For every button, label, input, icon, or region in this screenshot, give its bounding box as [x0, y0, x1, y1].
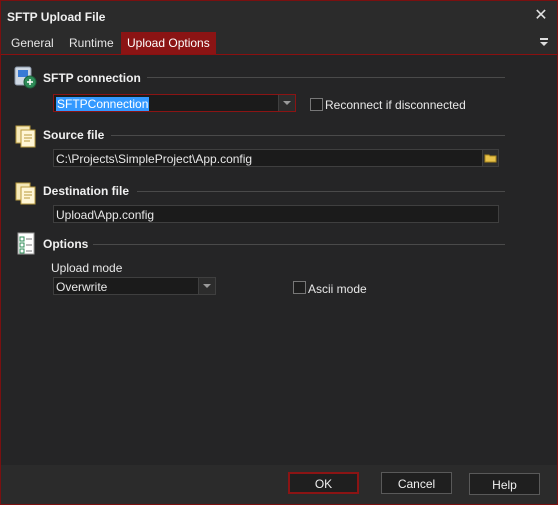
source-file-input[interactable]: C:\Projects\SimpleProject\App.config [53, 149, 499, 167]
upload-mode-label: Upload mode [51, 261, 123, 275]
upload-mode-select[interactable]: Overwrite [53, 277, 216, 295]
sftp-connection-value: SFTPConnection [56, 97, 150, 111]
section-divider [111, 135, 505, 136]
sftp-connection-title: SFTP connection [43, 71, 141, 85]
folder-icon [484, 154, 497, 163]
sftp-connection-select[interactable]: SFTPConnection [53, 94, 296, 112]
chevron-down-icon[interactable] [278, 95, 295, 111]
title-bar: SFTP Upload File ✕ [1, 1, 557, 31]
destination-file-value: Upload\App.config [56, 208, 155, 222]
upload-options-panel: SFTP connection SFTPConnection Reconnect… [1, 55, 557, 465]
tab-general[interactable]: General [5, 32, 60, 54]
section-divider [93, 244, 505, 245]
window-title: SFTP Upload File [7, 10, 106, 24]
file-copy-icon [15, 182, 36, 205]
ascii-mode-label: Ascii mode [308, 282, 367, 296]
reconnect-label: Reconnect if disconnected [325, 98, 466, 112]
destination-file-input[interactable]: Upload\App.config [53, 205, 499, 223]
options-title: Options [43, 237, 89, 251]
sftp-connection-icon [14, 66, 37, 89]
reconnect-checkbox[interactable] [310, 98, 323, 111]
chevron-down-icon[interactable] [198, 278, 215, 294]
cancel-button[interactable]: Cancel [381, 472, 452, 494]
options-checklist-icon [17, 232, 35, 255]
close-button[interactable]: ✕ [531, 6, 551, 26]
upload-mode-value: Overwrite [56, 280, 108, 294]
destination-file-title: Destination file [43, 184, 130, 198]
dialog-footer: OK Cancel Help [1, 465, 557, 504]
sftp-upload-dialog: SFTP Upload File ✕ General Runtime Uploa… [0, 0, 558, 505]
help-button[interactable]: Help [469, 473, 540, 495]
source-file-value: C:\Projects\SimpleProject\App.config [56, 152, 253, 166]
ok-button[interactable]: OK [288, 472, 359, 494]
source-file-title: Source file [43, 128, 105, 142]
tab-upload-options[interactable]: Upload Options [121, 32, 216, 54]
tab-runtime[interactable]: Runtime [63, 32, 120, 54]
file-copy-icon [15, 125, 36, 148]
ascii-mode-checkbox[interactable] [293, 281, 306, 294]
browse-folder-button[interactable] [482, 150, 498, 166]
section-divider [137, 191, 505, 192]
section-divider [147, 77, 505, 78]
tab-bar: General Runtime Upload Options [1, 32, 557, 55]
tab-menu-icon[interactable] [539, 36, 551, 48]
